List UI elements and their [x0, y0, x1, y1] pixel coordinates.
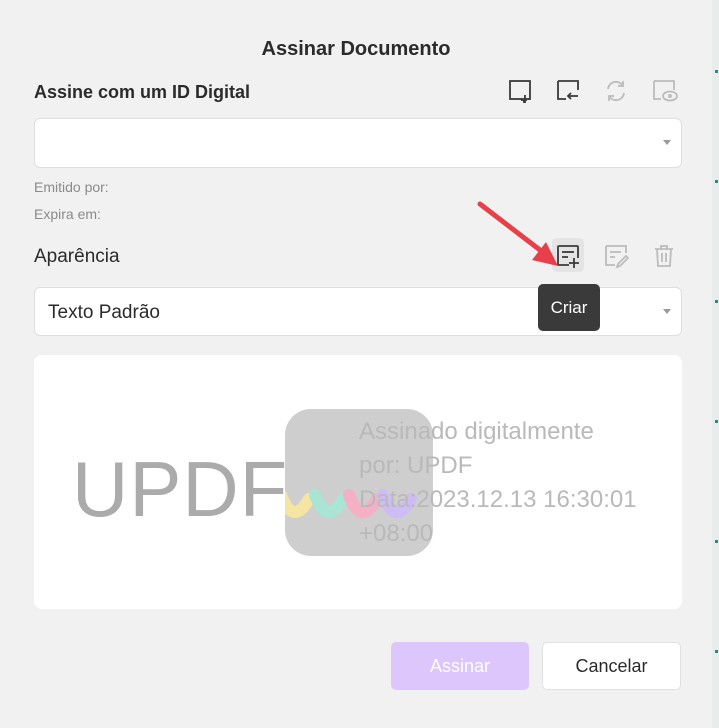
sign-document-dialog: Assinar Documento Assine com um ID Digit… — [0, 0, 712, 728]
signature-details: Assinado digitalmente por: UPDF Data:202… — [359, 415, 637, 551]
sign-button[interactable]: Assinar — [391, 642, 529, 690]
issued-by-label: Emitido por: — [34, 179, 109, 195]
delete-icon[interactable] — [649, 241, 679, 271]
chevron-down-icon — [663, 308, 671, 314]
digital-id-label: Assine com um ID Digital — [34, 82, 251, 102]
signature-line: Data:2023.12.13 16:30:01 — [359, 486, 637, 513]
add-id-icon[interactable] — [505, 76, 535, 106]
signature-line: +08:00 — [359, 520, 434, 547]
edit-appearance-icon[interactable] — [601, 241, 631, 271]
refresh-icon[interactable] — [601, 76, 631, 106]
digital-id-select[interactable] — [34, 118, 682, 168]
chevron-down-icon — [663, 140, 671, 145]
appearance-select-value: Texto Padrão — [48, 302, 160, 323]
appearance-label: Aparência — [34, 246, 120, 267]
annotation-arrow-icon — [477, 201, 558, 266]
expires-label: Expira em: — [34, 206, 101, 222]
signature-preview: UPDF Assinado digitalmente por: UPDF Dat… — [34, 355, 682, 609]
background-window-edge — [712, 0, 719, 728]
cancel-button[interactable]: Cancelar — [542, 642, 681, 690]
import-id-icon[interactable] — [553, 76, 583, 106]
signature-name: UPDF — [72, 445, 289, 533]
view-id-icon[interactable] — [650, 76, 680, 106]
signature-line: por: UPDF — [359, 452, 473, 479]
dialog-title: Assinar Documento — [261, 38, 451, 60]
signature-line: Assinado digitalmente — [359, 418, 594, 445]
create-tooltip: Criar — [538, 284, 600, 331]
